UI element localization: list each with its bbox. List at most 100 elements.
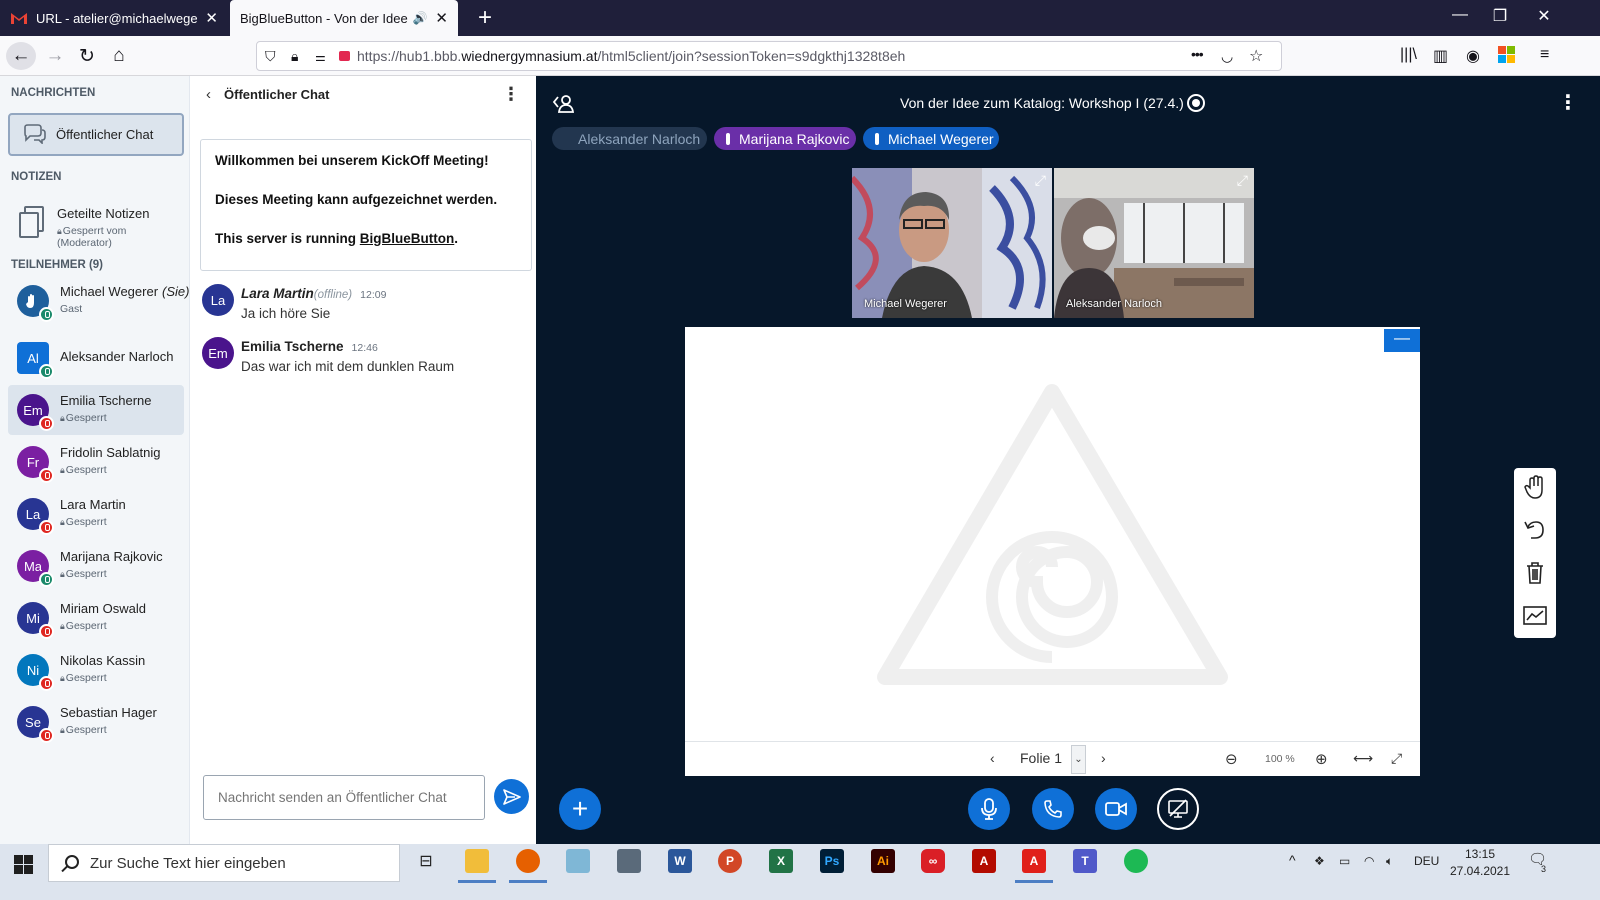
participant-row[interactable]: La Lara Martin 🔒︎Gesperrt	[8, 489, 184, 539]
back-arrow-icon[interactable]: ←	[6, 42, 36, 70]
actions-plus-button[interactable]: +	[559, 788, 601, 830]
undo-icon[interactable]	[1522, 517, 1548, 543]
firefox-icon[interactable]	[516, 849, 540, 873]
recording-icon[interactable]	[1187, 94, 1205, 112]
menu-icon[interactable]: ≡	[1540, 46, 1549, 64]
reload-icon[interactable]: ↻	[72, 42, 102, 70]
presentation-slide[interactable]	[685, 327, 1420, 741]
public-chat-entry[interactable]: Öffentlicher Chat	[8, 113, 184, 156]
toggle-userlist-icon[interactable]	[552, 94, 576, 114]
bookmark-star-icon[interactable]: ☆	[1249, 46, 1263, 66]
chat-message-input[interactable]	[203, 775, 485, 820]
account-icon[interactable]: ◉	[1466, 46, 1480, 66]
participant-row[interactable]: Em Emilia Tscherne 🔒︎Gesperrt	[8, 385, 184, 435]
participant-row[interactable]: Mi Miriam Oswald 🔒︎Gesperrt	[8, 593, 184, 643]
system-clock[interactable]: 13:15 27.04.2021	[1448, 846, 1512, 880]
windows-start-icon[interactable]	[14, 855, 34, 875]
chat-options-icon[interactable]: ⋮	[502, 84, 520, 105]
spotify-icon[interactable]	[1124, 849, 1148, 873]
tab-bigbluebutton[interactable]: BigBlueButton - Von der Idee zu 🔊 ✕	[230, 0, 458, 36]
fullscreen-icon[interactable]: ⤢	[1237, 172, 1248, 189]
fullscreen-icon[interactable]: ⤢	[1391, 750, 1402, 767]
close-window-button[interactable]: ✕	[1524, 6, 1564, 26]
battery-icon[interactable]: ▭	[1339, 854, 1350, 868]
participant-row[interactable]: Michael Wegerer (Sie) Gast	[8, 276, 189, 326]
chevron-down-icon[interactable]: ⌄	[1071, 745, 1086, 774]
talking-indicator[interactable]: Marijana Rajkovic	[714, 127, 856, 150]
participant-row[interactable]: Se Sebastian Hager 🔒︎Gesperrt	[8, 697, 184, 747]
bigbluebutton-link[interactable]: BigBlueButton	[360, 231, 454, 246]
talking-indicator[interactable]: Aleksander Narloch	[552, 127, 707, 150]
slide-label[interactable]: Folie 1	[1020, 750, 1062, 766]
notes-icon	[19, 206, 44, 238]
video-tile[interactable]: Michael Wegerer ⤢	[852, 168, 1052, 318]
options-icon[interactable]: ⋮	[1558, 90, 1578, 115]
acrobat-reader-icon[interactable]: A	[1022, 849, 1046, 873]
chat-title[interactable]: Öffentlicher Chat	[224, 87, 329, 102]
volume-icon[interactable]: 🔈︎	[1386, 854, 1393, 869]
maximize-window-button[interactable]: ❐	[1480, 6, 1520, 26]
illustrator-icon[interactable]: Ai	[871, 849, 895, 873]
video-tile[interactable]: Aleksander Narloch ⤢	[1054, 168, 1254, 318]
microphone-button[interactable]	[968, 788, 1010, 830]
camera-button[interactable]	[1095, 788, 1137, 830]
participant-row[interactable]: Ma Marijana Rajkovic 🔒︎Gesperrt	[8, 541, 184, 591]
powerpoint-icon[interactable]: P	[718, 849, 742, 873]
shared-notes-entry[interactable]: Geteilte Notizen 🔒︎Gesperrt vom (Moderat…	[8, 199, 184, 249]
close-tab-icon[interactable]: ✕	[435, 9, 448, 27]
teams-icon[interactable]: T	[1073, 849, 1097, 873]
tab-gmail[interactable]: URL - atelier@michaelwegerer ✕	[0, 0, 228, 36]
page-actions-icon[interactable]: •••	[1191, 46, 1204, 62]
multi-user-whiteboard-icon[interactable]	[1522, 603, 1548, 629]
wifi-icon[interactable]: ◠	[1364, 854, 1374, 868]
send-button[interactable]	[494, 779, 529, 814]
audio-phone-button[interactable]	[1032, 788, 1074, 830]
fit-width-icon[interactable]: ⟷	[1353, 750, 1373, 767]
participant-row[interactable]: Fr Fridolin Sablatnig 🔒︎Gesperrt	[8, 437, 184, 487]
hand-tool-icon[interactable]	[1522, 474, 1548, 500]
participant-row[interactable]: Al Aleksander Narloch	[8, 333, 184, 383]
participant-row[interactable]: Ni Nikolas Kassin 🔒︎Gesperrt	[8, 645, 184, 695]
screenshare-button[interactable]	[1157, 788, 1199, 830]
minimize-window-button[interactable]: —	[1440, 6, 1480, 24]
calculator-icon[interactable]	[617, 849, 641, 873]
notepad-icon[interactable]	[566, 849, 590, 873]
creative-cloud-icon[interactable]: ∞	[921, 849, 945, 873]
dropbox-icon[interactable]: ❖	[1314, 854, 1325, 868]
video-name: Michael Wegerer	[864, 298, 947, 310]
library-icon[interactable]: |||\	[1400, 46, 1417, 64]
talking-indicator[interactable]: Michael Wegerer	[863, 127, 999, 150]
word-icon[interactable]: W	[668, 849, 692, 873]
permissions-icon[interactable]: ⚌	[315, 50, 326, 64]
camera-sharing-icon[interactable]	[339, 51, 350, 61]
url-text[interactable]: https://hub1.bbb.wiednergymnasium.at/htm…	[357, 48, 905, 64]
fullscreen-icon[interactable]: ⤢	[1035, 172, 1046, 189]
chevron-left-icon[interactable]: ‹	[206, 86, 211, 103]
forward-arrow-icon[interactable]: →	[40, 42, 70, 70]
minimize-presentation-button[interactable]: —	[1384, 329, 1420, 352]
home-icon[interactable]: ⌂	[104, 42, 134, 70]
trash-icon[interactable]	[1522, 560, 1548, 586]
new-tab-button[interactable]: +	[478, 4, 492, 32]
acrobat-icon[interactable]: A	[972, 849, 996, 873]
input-language[interactable]: DEU	[1414, 854, 1439, 868]
participant-status: 🔒︎Gesperrt	[60, 620, 107, 632]
zoom-in-icon[interactable]: ⊕	[1315, 750, 1328, 768]
chevron-up-icon[interactable]: ^	[1289, 852, 1296, 868]
file-explorer-icon[interactable]	[465, 849, 489, 873]
pocket-icon[interactable]: ◡	[1221, 48, 1233, 65]
excel-icon[interactable]: X	[769, 849, 793, 873]
close-tab-icon[interactable]: ✕	[205, 9, 218, 27]
photoshop-icon[interactable]: Ps	[820, 849, 844, 873]
previous-slide-icon[interactable]: ‹	[990, 750, 995, 766]
microsoft-extension-icon[interactable]	[1498, 46, 1515, 68]
address-bar[interactable]: ⛉ 🔒︎ ⚌ https://hub1.bbb.wiednergymnasium…	[256, 41, 1282, 71]
zoom-out-icon[interactable]: ⊖	[1225, 750, 1238, 768]
next-slide-icon[interactable]: ›	[1101, 750, 1106, 766]
speaker-icon[interactable]: 🔊	[412, 11, 427, 25]
shield-icon[interactable]: ⛉	[265, 48, 276, 65]
lock-icon[interactable]: 🔒︎	[291, 48, 298, 65]
task-view-icon[interactable]: ⊟	[414, 849, 438, 873]
sidebar-icon[interactable]: ▥	[1433, 46, 1448, 66]
taskbar-search-input[interactable]: Zur Suche Text hier eingeben	[48, 844, 400, 882]
